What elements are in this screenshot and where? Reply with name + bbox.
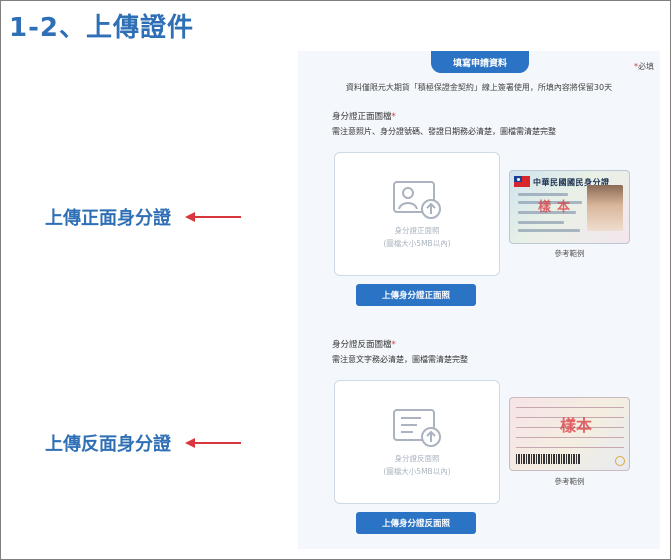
- back-sample-card-image: 樣本: [509, 397, 630, 471]
- emblem-icon: [615, 456, 625, 466]
- back-upload-title: 身分證反面照: [394, 454, 440, 463]
- form-intro-text: 資料僅限元大期貨「積極保證金契約」線上簽署使用，所填內容將保留30天: [345, 83, 613, 92]
- front-sample-caption: 參考範例: [554, 249, 585, 258]
- upload-front-button[interactable]: 上傳身分證正面照: [356, 284, 476, 306]
- sample-stamp: 樣本: [560, 416, 593, 435]
- screenshot-frame: 1-2、上傳證件 上傳正面身分證 上傳反面身分證 填寫申請資料 *必填 資料僅限…: [0, 0, 671, 560]
- front-upload-dropzone[interactable]: 身分證正面照 (圖檔大小5MB以內): [334, 152, 500, 276]
- callout-back: 上傳反面身分證: [45, 430, 241, 456]
- callout-front-label: 上傳正面身分證: [45, 208, 171, 229]
- application-form-panel: 填寫申請資料 *必填 資料僅限元大期貨「積極保證金契約」線上簽署使用，所填內容將…: [298, 51, 660, 549]
- portrait-photo: [587, 185, 623, 231]
- required-note: *必填: [634, 61, 654, 72]
- back-section-note: 需注意文字務必清楚，圖檔需清楚完整: [332, 355, 468, 364]
- form-header-tab: 填寫申請資料: [431, 51, 529, 73]
- required-star: *: [391, 112, 396, 122]
- front-upload-title: 身分證正面照: [394, 226, 440, 235]
- back-section-label-text: 身分證反面圖檔: [332, 340, 392, 350]
- callout-back-label: 上傳反面身分證: [45, 434, 171, 455]
- id-card-front-upload-icon: [393, 181, 441, 219]
- callout-front: 上傳正面身分證: [45, 204, 241, 230]
- front-section-label-text: 身分證正面圖檔: [332, 112, 392, 122]
- page-title: 1-2、上傳證件: [9, 13, 194, 43]
- back-sample-caption: 參考範例: [554, 477, 585, 486]
- flag-icon: [514, 176, 530, 187]
- back-upload-dropzone[interactable]: 身分證反面照 (圖檔大小5MB以內): [334, 380, 500, 504]
- front-section-note: 需注意照片、身分證號碼、發證日期務必清楚，圖檔需清楚完整: [332, 127, 556, 136]
- required-star: *: [391, 340, 396, 350]
- sample-stamp: 樣本: [538, 200, 577, 215]
- required-note-text: 必填: [638, 62, 654, 71]
- arrow-left-icon: [185, 211, 241, 223]
- back-upload-hint: (圖檔大小5MB以內): [383, 467, 451, 476]
- barcode: [516, 454, 580, 464]
- front-upload-hint: (圖檔大小5MB以內): [383, 239, 451, 248]
- front-section-label: 身分證正面圖檔*: [332, 110, 396, 122]
- back-section-label: 身分證反面圖檔*: [332, 338, 396, 350]
- id-card-back-upload-icon: [393, 409, 441, 447]
- front-sample-card-image: 中華民國國民身分證 樣本: [509, 170, 630, 244]
- upload-back-button[interactable]: 上傳身分證反面照: [356, 512, 476, 534]
- arrow-left-icon: [185, 437, 241, 449]
